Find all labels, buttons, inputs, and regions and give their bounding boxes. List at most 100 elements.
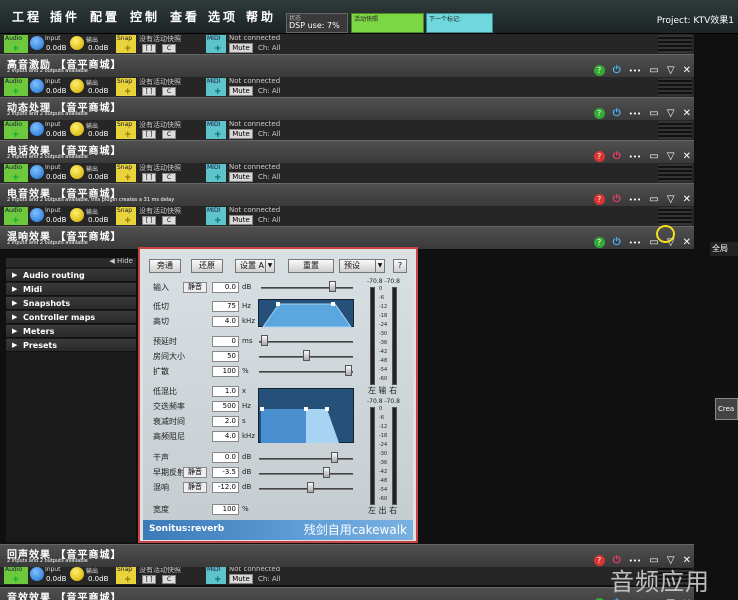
help-button[interactable]: ? — [393, 259, 407, 273]
plugin-header[interactable]: 动态处理 【音平商城】 2 inputs and 2 outputs avail… — [0, 97, 694, 120]
mute-button[interactable]: Mute — [229, 215, 253, 225]
snapshot-block[interactable]: Snap + — [116, 78, 136, 97]
power-icon[interactable]: ⏻ — [613, 65, 621, 77]
sidebar-item-presets[interactable]: ▶ Presets — [6, 339, 136, 352]
snapshot-capture-button[interactable]: [ ] — [142, 44, 156, 53]
more-icon[interactable]: ••• — [629, 65, 641, 77]
param-value-field[interactable]: 50 — [212, 351, 239, 362]
snapshot-capture-button[interactable]: [ ] — [142, 216, 156, 225]
create-button[interactable]: Crea — [715, 398, 738, 420]
param-value-field[interactable]: 75 — [212, 301, 239, 312]
plugin-help-icon[interactable]: ? — [593, 237, 605, 248]
output-knob[interactable] — [70, 567, 84, 581]
global-panel-tab[interactable]: 全局 — [710, 242, 738, 256]
midi-block[interactable]: MIDI + — [206, 121, 226, 140]
input-knob[interactable] — [30, 122, 44, 136]
mute-button[interactable]: Mute — [229, 129, 253, 139]
close-icon[interactable]: ✕ — [683, 194, 691, 206]
more-icon[interactable]: ••• — [629, 151, 641, 163]
collapse-icon[interactable]: ▽ — [667, 108, 675, 120]
sidebar-item-midi[interactable]: ▶ Midi — [6, 283, 136, 296]
snapshot-refresh-button[interactable]: C — [162, 87, 176, 96]
plugin-help-icon[interactable]: ? — [593, 151, 605, 162]
midi-block[interactable]: MIDI + — [206, 566, 226, 585]
param-mute-button[interactable]: 静音 — [183, 482, 207, 493]
input-knob[interactable] — [30, 79, 44, 93]
plugin-header[interactable]: 电音效果 【音平商城】 2 inputs and 2 outputs avail… — [0, 183, 694, 206]
snapshot-capture-button[interactable]: [ ] — [142, 87, 156, 96]
plugin-help-icon[interactable]: ? — [593, 555, 605, 566]
midi-block[interactable]: MIDI + — [206, 35, 226, 54]
reverb-slider-thumb[interactable] — [307, 482, 314, 493]
mute-button[interactable]: Mute — [229, 172, 253, 182]
next-marker-indicator[interactable]: 下一个标记: — [426, 13, 493, 33]
snapshot-block[interactable]: Snap + — [116, 121, 136, 140]
snapshot-refresh-button[interactable]: C — [162, 130, 176, 139]
snapshot-refresh-button[interactable]: C — [162, 216, 176, 225]
audio-routing-block[interactable]: Audio + — [4, 121, 28, 140]
input-knob[interactable] — [30, 567, 44, 581]
plugin-header[interactable]: 回声效果 【音平商城】 2 inputs and 2 outputs avail… — [0, 544, 694, 567]
more-icon[interactable]: ••• — [629, 194, 641, 206]
mute-button[interactable]: Mute — [229, 43, 253, 53]
power-icon[interactable]: ⏻ — [613, 151, 621, 163]
sidebar-hide-bar[interactable]: ◀ Hide — [6, 257, 136, 267]
close-icon[interactable]: ✕ — [683, 237, 691, 249]
param-mute-button[interactable]: 静音 — [183, 467, 207, 478]
diffusion-slider-thumb[interactable] — [345, 365, 352, 376]
hide-button[interactable]: ◀ Hide — [109, 257, 133, 265]
close-icon[interactable]: ✕ — [683, 108, 691, 120]
snapshot-refresh-button[interactable]: C — [162, 44, 176, 53]
audio-routing-block[interactable]: Audio + — [4, 566, 28, 585]
active-snapshot-indicator[interactable]: 活动快照 — [351, 13, 424, 33]
param-value-field[interactable]: 2.0 — [212, 416, 239, 427]
input-gain-field[interactable]: 0.0 — [212, 282, 239, 293]
param-value-field[interactable]: 0.0 — [212, 452, 239, 463]
param-value-field[interactable]: 4.0 — [212, 431, 239, 442]
plugin-header[interactable]: 音效效果 【音平商城】 ? ⏻ ••• ▭ ▽ ✕ — [0, 587, 694, 600]
param-value-field[interactable]: 100 — [212, 366, 239, 377]
input-knob[interactable] — [30, 208, 44, 222]
input-mute-button[interactable]: 静音 — [183, 282, 207, 293]
output-knob[interactable] — [70, 79, 84, 93]
snapshot-block[interactable]: Snap + — [116, 566, 136, 585]
output-knob[interactable] — [70, 208, 84, 222]
close-icon[interactable]: ✕ — [683, 151, 691, 163]
more-icon[interactable]: ••• — [629, 237, 641, 249]
power-icon[interactable]: ⏻ — [613, 108, 621, 120]
sidebar-item-meters[interactable]: ▶ Meters — [6, 325, 136, 338]
param-value-field[interactable]: -3.5 — [212, 467, 239, 478]
midi-block[interactable]: MIDI + — [206, 78, 226, 97]
snapshot-refresh-button[interactable]: C — [162, 173, 176, 182]
snapshot-block[interactable]: Snap + — [116, 35, 136, 54]
predelay-slider-thumb[interactable] — [261, 335, 268, 346]
audio-routing-block[interactable]: Audio + — [4, 35, 28, 54]
plugin-help-icon[interactable]: ? — [593, 194, 605, 205]
param-value-field[interactable]: 4.0 — [212, 316, 239, 327]
output-knob[interactable] — [70, 122, 84, 136]
mute-button[interactable]: Mute — [229, 86, 253, 96]
plugin-header[interactable]: 电话效果 【音平商城】 2 inputs and 2 outputs avail… — [0, 140, 694, 163]
window-icon[interactable]: ▭ — [649, 151, 658, 163]
setting-a-button[interactable]: 设置 A ▼ — [235, 259, 275, 273]
sidebar-item-snapshots[interactable]: ▶ Snapshots — [6, 297, 136, 310]
snapshot-capture-button[interactable]: [ ] — [142, 575, 156, 584]
audio-routing-block[interactable]: Audio + — [4, 164, 28, 183]
plugin-header[interactable]: 高音激励 【音平商城】 2 inputs and 2 outputs avail… — [0, 54, 694, 77]
menu-plugins[interactable]: 插件 — [50, 7, 80, 27]
menu-view[interactable]: 查看 — [170, 7, 200, 27]
window-icon[interactable]: ▭ — [649, 194, 658, 206]
sidebar-item-controller-maps[interactable]: ▶ Controller maps — [6, 311, 136, 324]
midi-block[interactable]: MIDI + — [206, 207, 226, 226]
param-value-field[interactable]: -12.0 — [212, 482, 239, 493]
menu-project[interactable]: 工程 — [12, 7, 42, 27]
collapse-icon[interactable]: ▽ — [667, 151, 675, 163]
width-field[interactable]: 100 — [212, 504, 239, 515]
restore-button[interactable]: 还原 — [191, 259, 223, 273]
menu-help[interactable]: 帮助 — [246, 7, 276, 27]
plugin-help-icon[interactable]: ? — [593, 108, 605, 119]
param-value-field[interactable]: 0 — [212, 336, 239, 347]
audio-routing-block[interactable]: Audio + — [4, 78, 28, 97]
plugin-header[interactable]: 混响效果 【音平商城】 2 inputs and 2 outputs avail… — [0, 226, 694, 249]
audio-routing-block[interactable]: Audio + — [4, 207, 28, 226]
